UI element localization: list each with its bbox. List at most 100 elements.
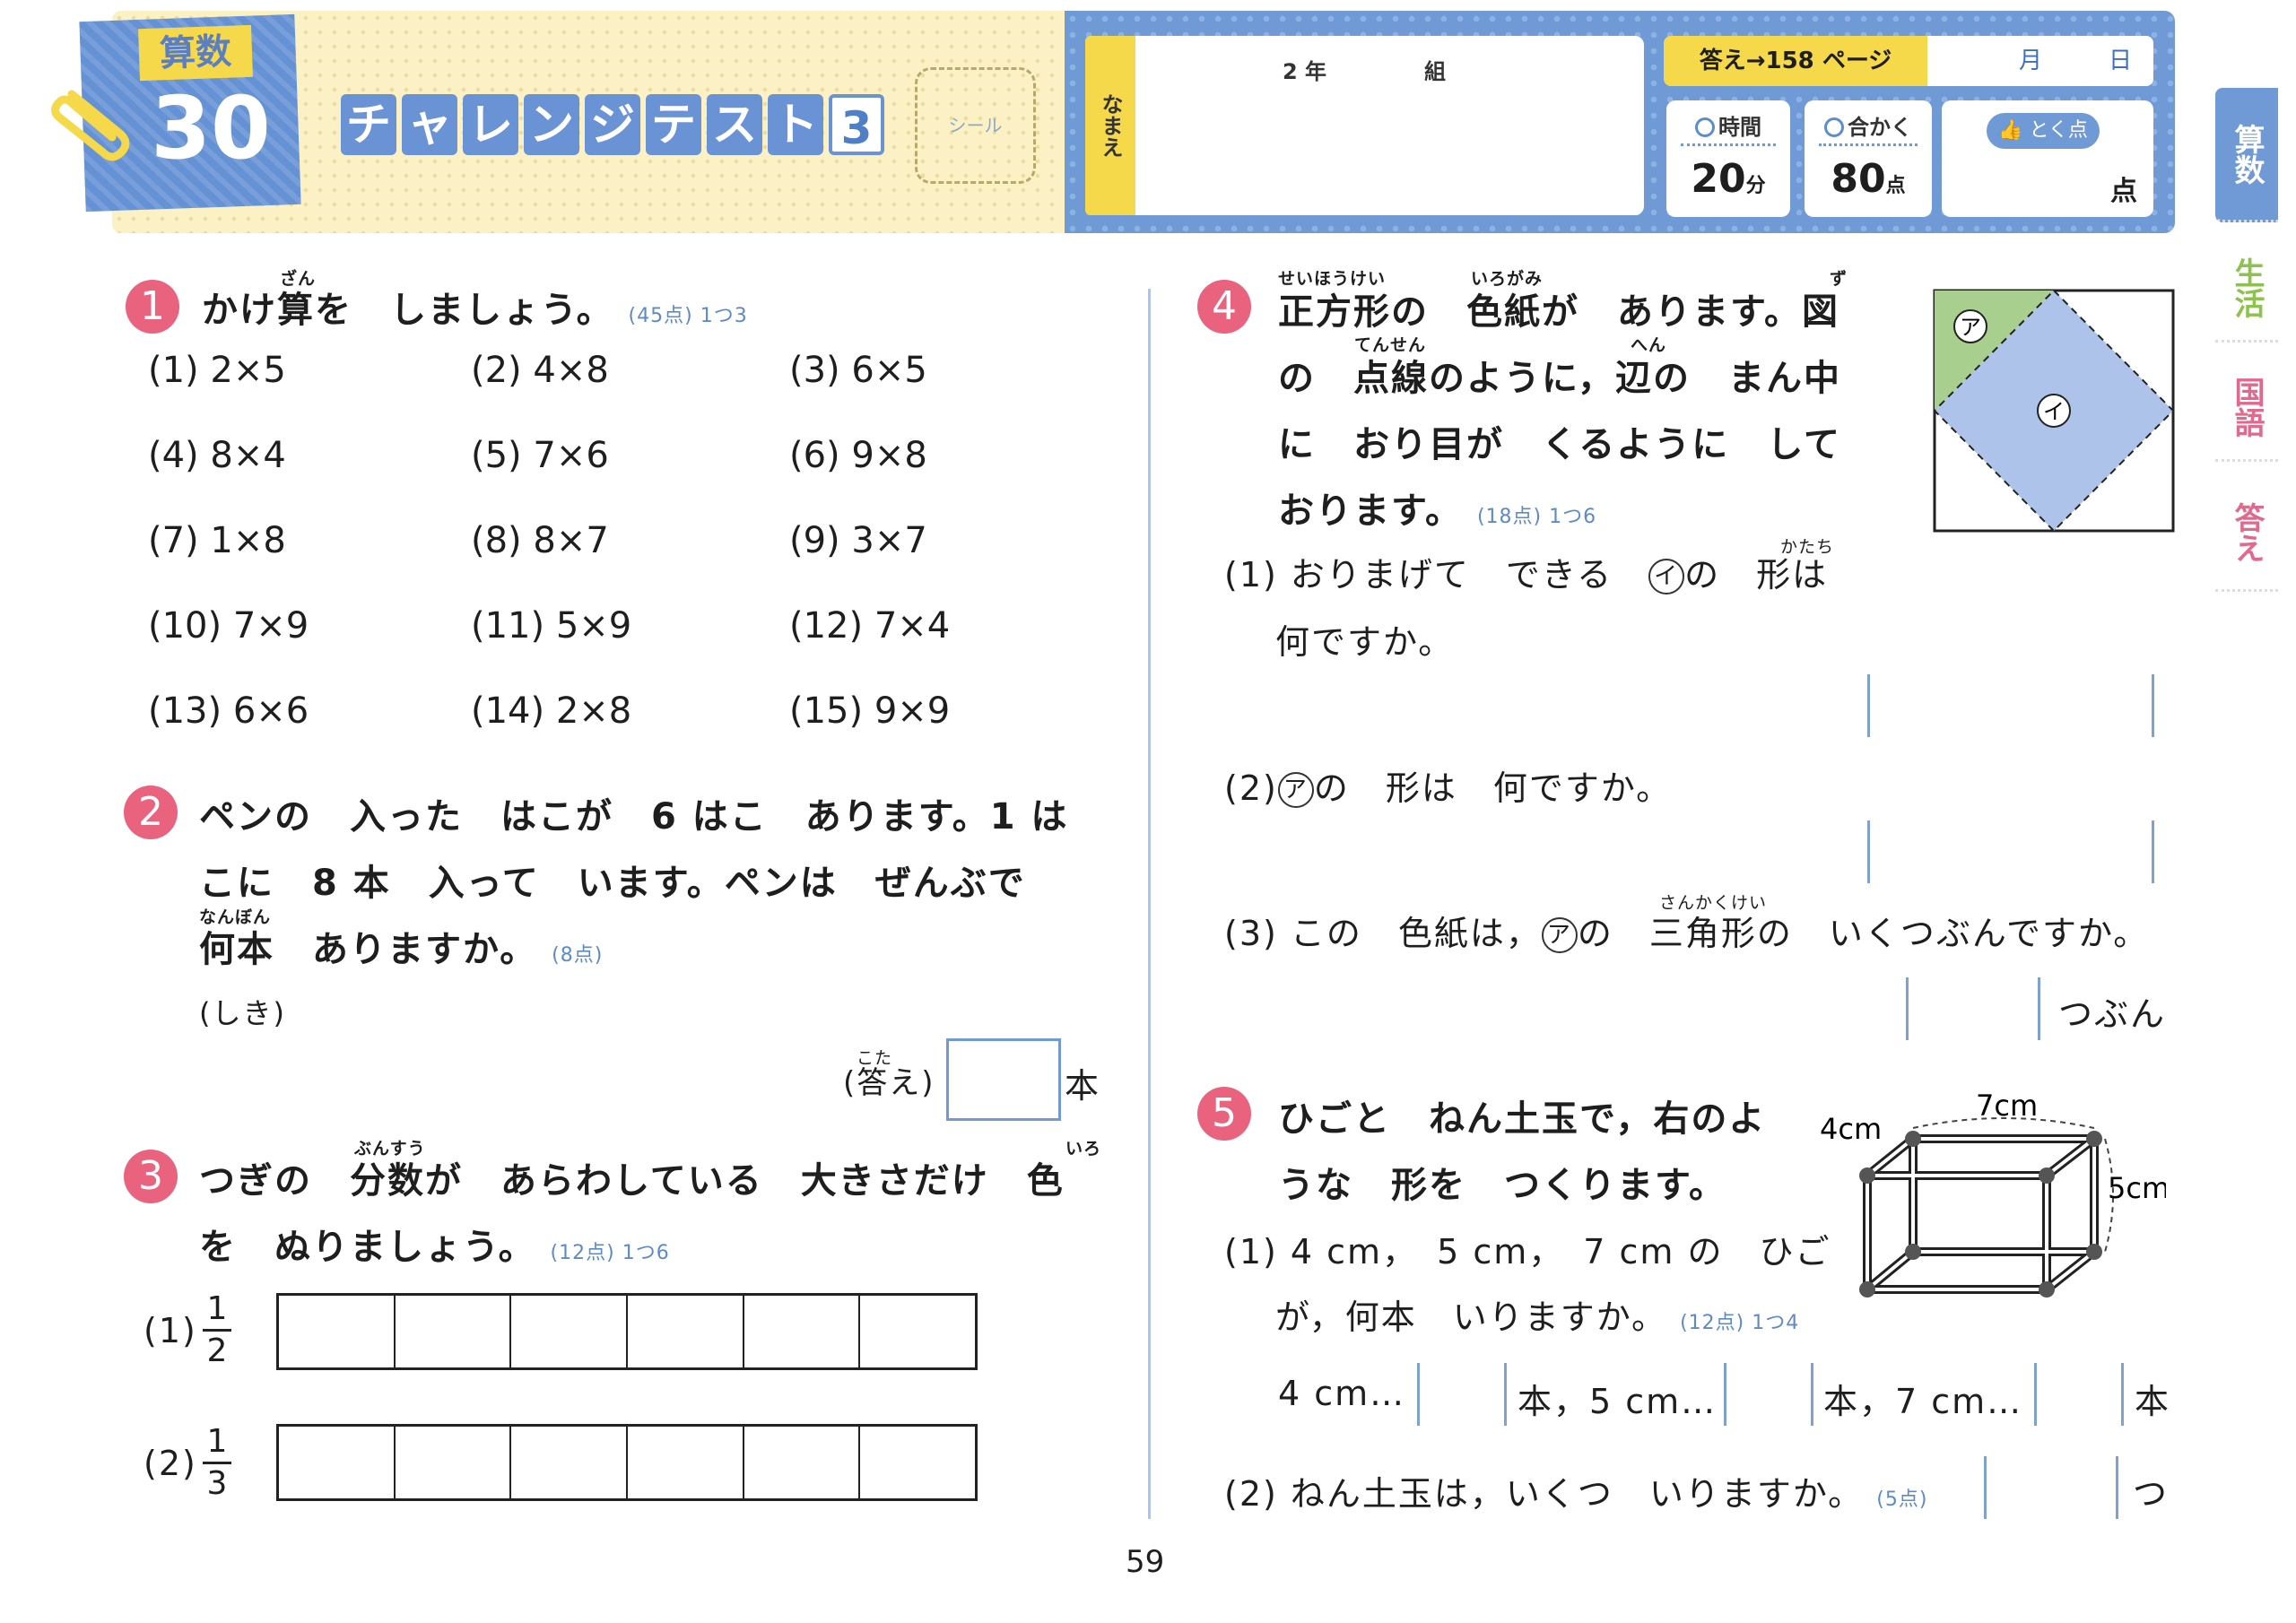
title-char: レ [463, 94, 518, 155]
grid-cell[interactable] [511, 1296, 629, 1367]
workbook-page: 算数 30 チ ャ レ ン ジ テ ス ト 3 シール なまえ 2 年 組 答え… [0, 0, 2296, 1623]
lesson-number: 30 [151, 78, 271, 178]
answer-unit: 本 [1065, 1066, 1101, 1106]
date-field[interactable]: 月 日 [1927, 36, 2153, 86]
grid-cell[interactable] [628, 1296, 744, 1367]
name-field[interactable] [1135, 36, 1644, 215]
question-number: 3 [124, 1150, 178, 1203]
answer-bracket[interactable] [1906, 977, 2040, 1040]
problem-text: (3) この 色紙は，アの 三角形の いくつぶんですか。 [1224, 914, 2150, 953]
problem: (8) 8×7 [471, 520, 609, 561]
tab-japanese[interactable]: 国語 [2215, 354, 2278, 462]
problem: (2) 4×8 [471, 350, 609, 391]
title-char: ャ [402, 94, 457, 155]
grid-cell[interactable] [279, 1427, 396, 1498]
answer-label: 本，7 cm… [1823, 1382, 2023, 1421]
answer-bracket[interactable] [1984, 1456, 2118, 1519]
grid-cell[interactable] [511, 1427, 629, 1498]
score-field[interactable]: 👍 とく点 点 [1942, 100, 2153, 217]
tab-life[interactable]: 生活 [2215, 235, 2278, 343]
answer-bracket[interactable] [1867, 820, 2154, 883]
problem: (5) 7×6 [471, 435, 609, 476]
problem: (13) 6×6 [148, 690, 309, 732]
time-card: 時間 20分 [1666, 100, 1790, 217]
points: (5点) [1876, 1488, 1928, 1511]
problem: (9) 3×7 [789, 520, 927, 561]
coloring-grid[interactable] [276, 1293, 978, 1370]
question-text: を ぬりましょう。 (12点) 1つ6 [199, 1227, 670, 1268]
question-number: 4 [1197, 280, 1251, 334]
score-label: 👍 とく点 [1987, 113, 2100, 149]
problem-label: (1) [144, 1311, 197, 1350]
problem: (3) 6×5 [789, 350, 927, 391]
question-text: 正方形の 色紙が あります。図 [1278, 291, 1839, 333]
problem-label: (2) [144, 1444, 197, 1483]
problem-text: (1) 4 cm， 5 cm， 7 cm の ひご [1224, 1232, 1831, 1271]
answer-bracket[interactable] [2034, 1363, 2124, 1426]
grid-cell[interactable] [860, 1427, 975, 1498]
title-char: ジ [585, 94, 640, 155]
mark-a-label: ア [1960, 315, 1981, 340]
answer-box[interactable] [946, 1038, 1061, 1121]
problem-text: (2) ねん土玉は，いくつ いりますか。 (5点) [1224, 1474, 1928, 1514]
subject-tag: 算数 [138, 24, 253, 82]
ruby: いろ [1065, 1139, 1102, 1159]
points: (18点) 1つ6 [1476, 506, 1597, 528]
problem-text: が，何本 いりますか。 (12点) 1つ4 [1275, 1298, 1800, 1337]
answer-label: (答え) [843, 1065, 935, 1101]
problem: (7) 1×8 [148, 520, 286, 561]
date-day-label: 日 [2109, 48, 2133, 74]
pass-value: 80 [1831, 156, 1886, 202]
title-char: ス [707, 94, 762, 155]
pass-card: 合かく 80点 [1805, 100, 1932, 217]
problem-text: 何ですか。 [1275, 622, 1455, 662]
answer-bracket[interactable] [1867, 674, 2154, 737]
pass-label: 合かく [1848, 115, 1912, 140]
date-month-label: 月 [2019, 48, 2043, 74]
question-number: 2 [124, 785, 178, 839]
problem-text: (2) アの 形は 何ですか。 [1224, 768, 1673, 808]
answer-bracket[interactable] [1417, 1363, 1507, 1426]
mark-i-label: イ [2043, 399, 2065, 424]
answer-unit: つぶん [2058, 994, 2167, 1034]
class-label: 組 [1424, 59, 1446, 84]
pass-unit: 点 [1885, 175, 1906, 197]
grid-cell[interactable] [279, 1296, 396, 1367]
fraction: 13 [199, 1424, 235, 1502]
problem: (15) 9×9 [789, 690, 951, 732]
title-char: ン [524, 94, 579, 155]
dimension-label: 4cm [1820, 1112, 1882, 1146]
grade-label: 2 年 [1283, 59, 1327, 84]
paper-clip-icon [51, 90, 130, 161]
coloring-grid[interactable] [276, 1424, 978, 1501]
grid-cell[interactable] [860, 1296, 975, 1367]
grid-cell[interactable] [744, 1296, 861, 1367]
question-text: こに 8 本 入って います。ペンは ぜんぶで [199, 863, 1026, 904]
grid-cell[interactable] [396, 1427, 512, 1498]
flower-icon [1824, 117, 1844, 137]
points: (8点) [552, 944, 604, 967]
time-label: 時間 [1718, 115, 1761, 140]
problem: (6) 9×8 [789, 435, 927, 476]
grid-cell[interactable] [396, 1296, 512, 1367]
problem: (11) 5×9 [471, 605, 632, 647]
question-text: つぎの 分数が あらわしている 大きさだけ 色 [199, 1160, 1065, 1202]
grid-cell[interactable] [628, 1427, 744, 1498]
problem: (1) 2×5 [148, 350, 286, 391]
tab-math[interactable]: 算数 [2215, 88, 2278, 222]
problem: (4) 8×4 [148, 435, 286, 476]
points: (12点) 1つ6 [550, 1242, 670, 1264]
problem: (10) 7×9 [148, 605, 309, 647]
question-text: うな 形を つくります。 [1278, 1165, 1726, 1206]
answer-unit: 本 [2135, 1382, 2171, 1421]
question-text: の 点線のように，辺の まん中 [1278, 358, 1841, 399]
question-text: かけ算を しましょう。 (45点) 1つ3 [202, 290, 748, 331]
answer-bracket[interactable] [1724, 1363, 1813, 1426]
answer-label: 本，5 cm… [1518, 1382, 1718, 1421]
grid-cell[interactable] [744, 1427, 861, 1498]
tab-answers[interactable]: 答え [2215, 475, 2278, 592]
title-char: チ [341, 94, 396, 155]
clock-icon [1695, 117, 1715, 137]
box-frame-figure: 7cm 4cm 5cm [1820, 1089, 2166, 1298]
title-number: 3 [829, 94, 884, 155]
